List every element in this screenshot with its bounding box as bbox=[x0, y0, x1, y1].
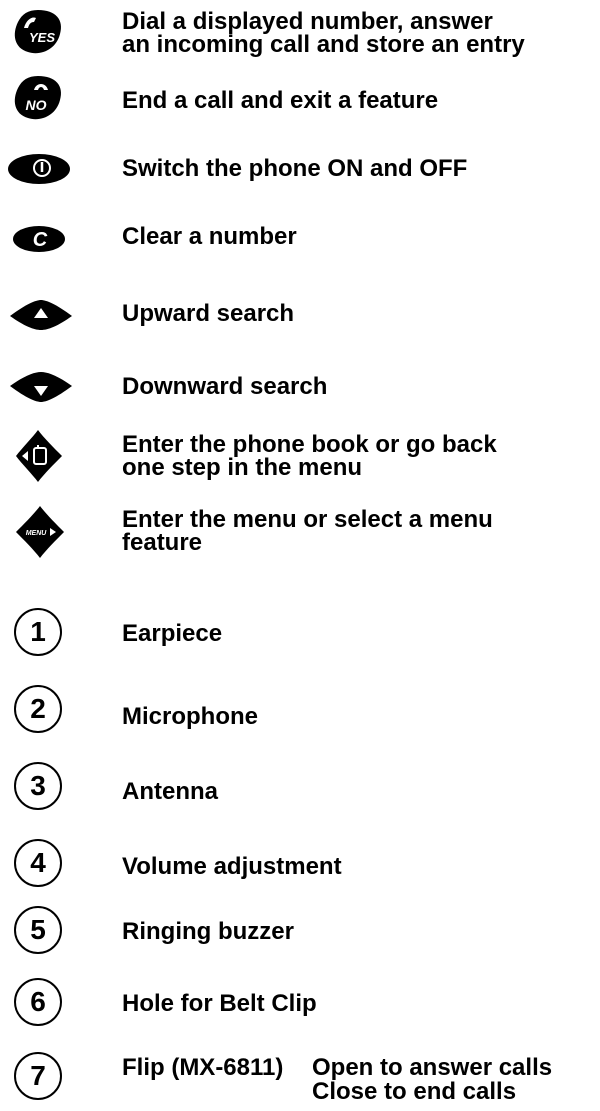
part-number-2: 2 bbox=[14, 685, 62, 733]
description-line: Enter the phone book or go back bbox=[122, 431, 497, 458]
description-line: feature bbox=[122, 529, 203, 556]
part-label-3: Antenna bbox=[122, 778, 218, 805]
power-key-icon bbox=[6, 152, 72, 186]
part-label-2: Microphone bbox=[122, 703, 258, 730]
description-line: Switch the phone ON and OFF bbox=[122, 155, 468, 182]
clear-key-description: Clear a number bbox=[122, 223, 297, 250]
description-line: End a call and exit a feature bbox=[122, 87, 439, 114]
down-key-description: Downward search bbox=[122, 373, 328, 400]
part-label-1: Earpiece bbox=[122, 620, 223, 647]
yes-key-description: Dial a displayed number, answer an incom… bbox=[122, 8, 525, 58]
part-number-7: 7 bbox=[14, 1052, 62, 1100]
svg-text:NO: NO bbox=[26, 97, 47, 113]
no-key-icon: NO bbox=[10, 74, 66, 122]
menu-key-description: Enter the menu or select a menu feature bbox=[122, 506, 493, 556]
description-line: an incoming call and store an entry bbox=[122, 31, 525, 58]
yes-key-icon: YES bbox=[10, 8, 66, 56]
part-number-3: 3 bbox=[14, 762, 62, 810]
part-label-5: Ringing buzzer bbox=[122, 918, 294, 945]
phonebook-key-icon bbox=[14, 428, 64, 484]
part-number-5: 5 bbox=[14, 906, 62, 954]
description-line: Dial a displayed number, answer bbox=[122, 8, 493, 35]
down-key-icon bbox=[8, 370, 74, 404]
description-line: Enter the menu or select a menu bbox=[122, 506, 493, 533]
description-line: one step in the menu bbox=[122, 454, 363, 481]
part-label-4: Volume adjustment bbox=[122, 853, 342, 880]
part-number-1: 1 bbox=[14, 608, 62, 656]
up-key-description: Upward search bbox=[122, 300, 295, 327]
phonebook-key-description: Enter the phone book or go back one step… bbox=[122, 431, 497, 481]
power-key-description: Switch the phone ON and OFF bbox=[122, 155, 468, 182]
description-line: Close to end calls bbox=[312, 1078, 517, 1105]
svg-text:MENU: MENU bbox=[26, 530, 48, 537]
part-number-6: 6 bbox=[14, 978, 62, 1026]
flip-model-label: Flip (MX-6811) bbox=[122, 1054, 284, 1081]
menu-key-icon: MENU bbox=[14, 504, 66, 560]
part-label-7: Flip (MX-6811) Open to answer calls Close… bbox=[122, 1056, 552, 1104]
clear-key-icon: C bbox=[12, 224, 66, 254]
description-line: Upward search bbox=[122, 300, 295, 327]
svg-text:YES: YES bbox=[29, 30, 55, 45]
part-number-4: 4 bbox=[14, 839, 62, 887]
description-line: Open to answer calls bbox=[312, 1054, 553, 1081]
no-key-description: End a call and exit a feature bbox=[122, 87, 439, 114]
description-line: Downward search bbox=[122, 373, 328, 400]
part-label-6: Hole for Belt Clip bbox=[122, 990, 317, 1017]
up-key-icon bbox=[8, 298, 74, 332]
svg-text:C: C bbox=[33, 229, 48, 251]
description-line: Clear a number bbox=[122, 223, 297, 250]
